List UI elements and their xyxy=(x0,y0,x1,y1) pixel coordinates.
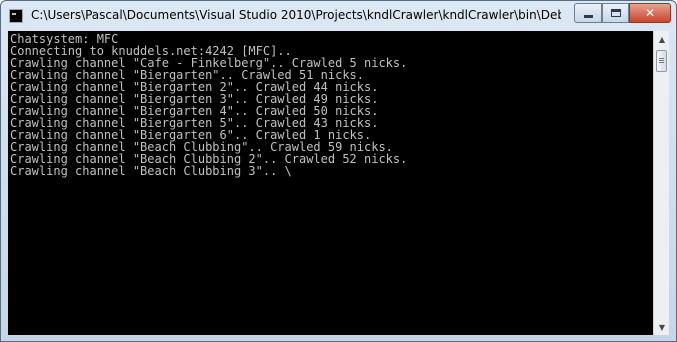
vertical-scrollbar[interactable]: ▲ ▼ xyxy=(653,31,669,335)
console-output[interactable]: Chatsystem: MFC Connecting to knuddels.n… xyxy=(8,31,653,335)
minimize-icon xyxy=(583,14,593,18)
title-bar[interactable]: C:\Users\Pascal\Documents\Visual Studio … xyxy=(1,1,676,31)
maximize-icon xyxy=(610,9,621,17)
close-button[interactable]: ✕ xyxy=(629,3,671,23)
console-line: Crawling channel "Beach Clubbing 3".. \ xyxy=(10,164,292,178)
minimize-button[interactable] xyxy=(574,3,602,23)
console-window: C:\Users\Pascal\Documents\Visual Studio … xyxy=(0,0,677,342)
window-title: C:\Users\Pascal\Documents\Visual Studio … xyxy=(31,8,561,22)
scroll-up-arrow-icon[interactable]: ▲ xyxy=(654,31,670,47)
maximize-button[interactable] xyxy=(602,3,629,23)
close-icon: ✕ xyxy=(644,6,656,20)
grip-icon xyxy=(659,60,664,61)
scrollbar-thumb[interactable] xyxy=(656,50,667,72)
scroll-down-arrow-icon[interactable]: ▼ xyxy=(654,319,670,335)
console-app-icon[interactable] xyxy=(9,9,23,23)
